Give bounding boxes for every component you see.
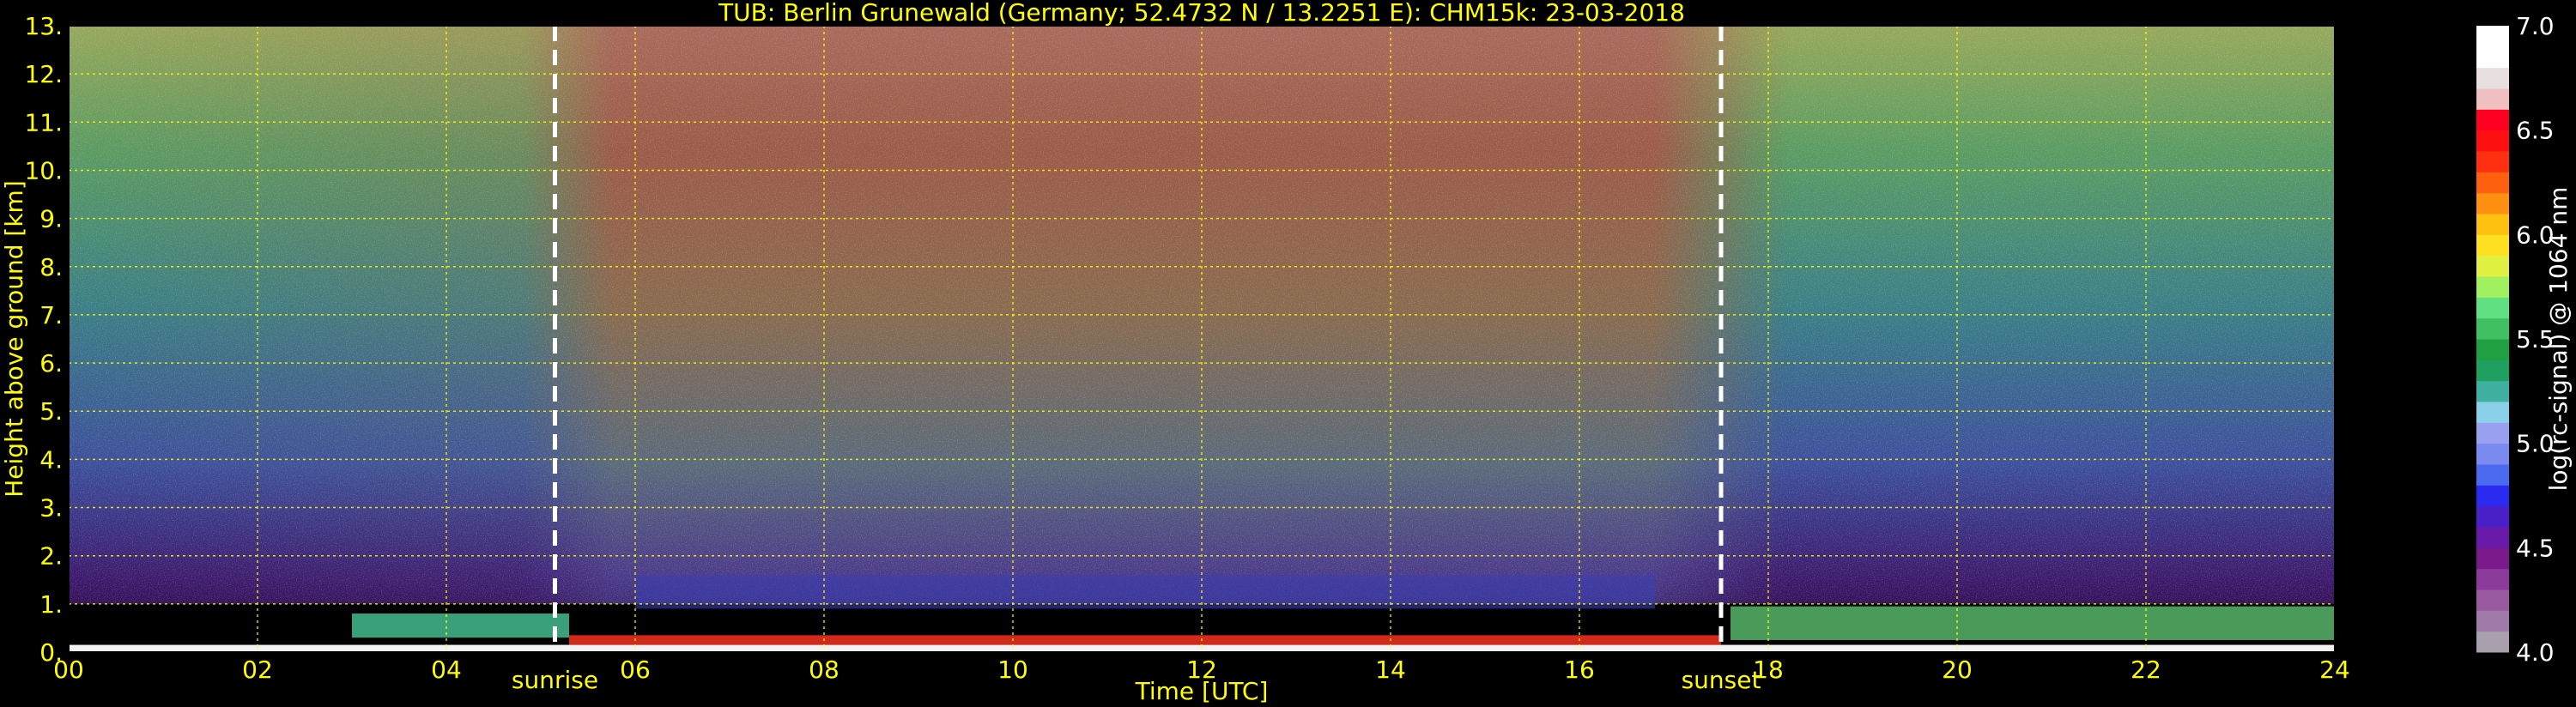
colorbar-swatch [2476,610,2509,632]
colorbar-swatch [2476,130,2509,152]
colorbar-swatch [2476,547,2509,570]
x-tick-label: 06 [620,656,651,684]
x-axis-label: Time [UTC] [1135,677,1269,705]
colorbar-swatch [2476,485,2509,507]
colorbar-swatch [2476,109,2509,131]
x-tick-label: 04 [431,656,462,684]
colorbar-swatch [2476,360,2509,382]
y-tick-label: 7. [39,301,63,329]
colorbar-tick-label: 7.0 [2516,12,2555,40]
x-tick-label: 24 [2319,656,2350,684]
colorbar-swatch [2476,276,2509,298]
y-tick-label: 5. [39,397,63,426]
y-axis-ticks: 0.1.2.3.4.5.6.7.8.9.10.11.12.13. [24,12,63,667]
sunset-label: sunset [1682,666,1761,694]
x-tick-label: 16 [1564,656,1595,684]
colorbar-swatch [2476,214,2509,235]
y-tick-label: 13. [24,12,63,40]
y-tick-label: 6. [39,349,63,378]
colorbar-swatch [2476,46,2509,69]
colorbar-swatch [2476,255,2509,277]
x-tick-label: 14 [1375,656,1406,684]
colorbar-swatch [2476,172,2509,194]
y-tick-label: 10. [24,156,63,184]
ceilometer-chart: 0.1.2.3.4.5.6.7.8.9.10.11.12.13. 00 02 04 0… [0,0,2573,705]
y-tick-label: 1. [39,590,63,619]
y-tick-label: 3. [39,494,63,523]
colorbar-swatch [2476,380,2509,402]
colorbar-swatch [2476,67,2509,89]
colorbar-tick-label: 4.0 [2516,638,2555,667]
colorbar-swatch [2476,527,2509,548]
colorbar-swatch [2476,505,2509,528]
colorbar-swatch [2476,192,2509,215]
near-ground-signal [569,635,1721,645]
chart-title: TUB: Berlin Grunewald (Germany; 52.4732 … [718,0,1685,27]
x-tick-label: 08 [809,656,839,684]
x-tick-label: 20 [1942,656,1973,684]
colorbar-swatch [2476,464,2509,486]
y-tick-label: 2. [39,542,63,571]
colorbar-swatch [2476,26,2509,47]
aerosol-layer-evening [1730,606,2335,640]
aerosol-layer-morning [352,613,569,638]
colorbar-swatch [2476,151,2509,172]
colorbar-label: log(rc-signal) @ 1064 nm [2544,187,2573,492]
colorbar-swatch [2476,631,2509,653]
colorbar [2476,26,2509,653]
y-tick-label: 4. [39,445,63,474]
colorbar-swatch [2476,443,2509,465]
y-tick-label: 8. [39,253,63,281]
colorbar-swatch [2476,317,2509,340]
y-axis-label: Height above ground [km] [0,180,28,498]
y-tick-label: 12. [24,60,63,88]
colorbar-tick-label: 4.5 [2516,534,2555,562]
x-tick-label: 10 [997,656,1028,684]
x-tick-label: 00 [53,656,84,684]
colorbar-swatch [2476,297,2509,319]
x-tick-label: 02 [242,656,273,684]
sunrise-label: sunrise [512,666,598,694]
colorbar-swatch [2476,402,2509,423]
x-tick-label: 22 [2131,656,2161,684]
colorbar-swatch [2476,589,2509,611]
y-tick-label: 9. [39,205,63,233]
colorbar-swatch [2476,339,2509,360]
colorbar-swatch [2476,234,2509,257]
y-tick-label: 11. [24,108,63,136]
colorbar-swatch [2476,568,2509,590]
colorbar-swatch [2476,422,2509,444]
colorbar-swatch [2476,88,2509,110]
colorbar-tick-label: 6.5 [2516,117,2555,145]
